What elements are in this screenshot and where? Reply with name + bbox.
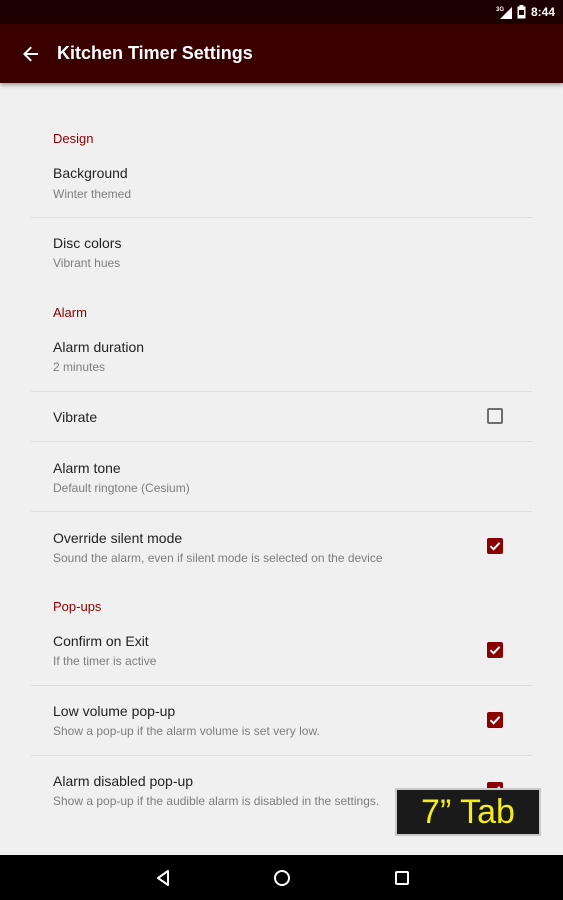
divider [31,217,532,218]
pref-confirm-exit-title: Confirm on Exit [53,633,149,649]
pref-alarm-tone[interactable]: Alarm tone Default ringtone (Cesium) [31,449,532,511]
pref-disc-colors-summary: Vibrant hues [53,256,121,270]
divider [31,441,532,442]
square-recents-icon [395,870,409,885]
pref-alarm-disabled-title: Alarm disabled pop-up [53,773,194,789]
pref-alarm-duration-summary: 2 minutes [53,360,106,374]
svg-text:3G: 3G [496,7,504,13]
checkmark-icon [489,542,501,551]
status-time: 8:44 [530,5,555,19]
low-volume-checkbox[interactable] [487,712,503,728]
pref-background-summary: Winter themed [53,187,132,201]
checkmark-icon [489,716,501,725]
back-button[interactable] [10,33,52,75]
pref-low-volume[interactable]: Low volume pop-up Show a pop-up if the a… [31,693,532,755]
arrow-left-icon [23,46,38,62]
pref-background-title: Background [53,165,128,181]
pref-disc-colors-title: Disc colors [53,235,122,251]
divider [31,685,532,686]
status-icons: 3G 8:44 [496,0,555,24]
pref-vibrate-title: Vibrate [53,409,98,425]
status-bar: 3G 8:44 [0,0,563,24]
nav-recents-button[interactable] [372,855,432,900]
pref-override-silent[interactable]: Override silent mode Sound the alarm, ev… [31,519,532,581]
battery-icon [517,5,526,19]
pref-confirm-exit-summary: If the timer is active [53,654,157,668]
section-header-popups: Pop-ups [53,599,102,614]
circle-home-icon [274,869,290,886]
pref-confirm-exit[interactable]: Confirm on Exit If the timer is active [31,623,532,685]
pref-alarm-disabled-summary: Show a pop-up if the audible alarm is di… [53,794,380,808]
nav-back-button[interactable] [133,855,193,900]
pref-low-volume-summary: Show a pop-up if the alarm volume is set… [53,724,320,738]
pref-background[interactable]: Background Winter themed [31,155,532,217]
device-size-badge: 7” Tab [395,788,541,836]
pref-alarm-duration[interactable]: Alarm duration 2 minutes [31,329,532,391]
pref-vibrate[interactable]: Vibrate [31,392,532,441]
checkmark-icon [489,646,501,655]
pref-alarm-tone-title: Alarm tone [53,460,121,476]
pref-alarm-tone-summary: Default ringtone (Cesium) [53,481,190,495]
pref-low-volume-title: Low volume pop-up [53,703,176,719]
settings-list[interactable]: Design Background Winter themed Disc col… [0,83,563,855]
confirm-exit-checkbox[interactable] [487,642,503,658]
triangle-back-icon [157,869,169,886]
page-title: Kitchen Timer Settings [57,43,253,63]
pref-override-silent-title: Override silent mode [53,530,183,546]
app-bar: Kitchen Timer Settings [0,24,563,83]
section-header-alarm: Alarm [53,305,87,320]
section-header-design: Design [53,131,94,146]
vibrate-checkbox[interactable] [487,408,503,424]
pref-disc-colors[interactable]: Disc colors Vibrant hues [31,224,532,286]
override-silent-checkbox[interactable] [487,538,503,554]
nav-home-button[interactable] [252,855,312,900]
navigation-bar [0,855,563,900]
divider [31,511,532,512]
cellular-signal-icon: 3G [496,7,512,19]
divider [31,755,532,756]
pref-override-silent-summary: Sound the alarm, even if silent mode is … [53,551,383,565]
pref-alarm-duration-title: Alarm duration [53,339,145,355]
